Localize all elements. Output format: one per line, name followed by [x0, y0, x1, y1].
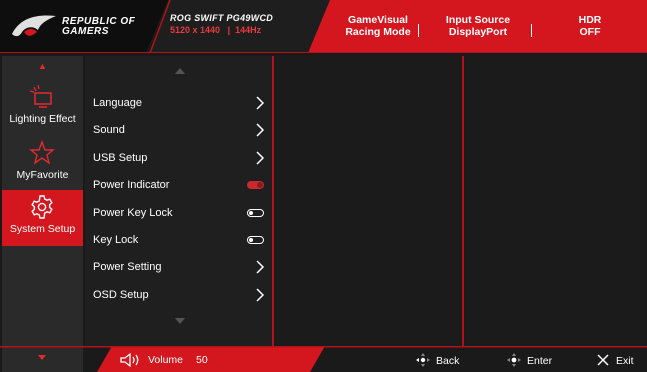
rog-logo: REPUBLIC OF GAMERS — [8, 10, 158, 44]
enter-label: Enter — [527, 355, 553, 367]
volume-icon — [120, 353, 139, 367]
status-hdr: HDR OFF — [578, 14, 602, 38]
volume-label: Volume — [148, 354, 184, 366]
joystick-back-icon — [416, 353, 430, 367]
star-icon — [29, 140, 55, 165]
gear-icon — [31, 195, 53, 219]
sidebar-item-label: Lighting Effect — [9, 113, 76, 125]
menu-item-power-setting[interactable]: Power Setting — [93, 257, 271, 277]
menu-scroll-down-icon[interactable] — [175, 318, 185, 324]
sidebar-scroll-down-icon[interactable] — [38, 355, 46, 360]
menu-item-usb-setup[interactable]: USB Setup — [93, 148, 271, 168]
sidebar-scroll-up-icon[interactable]: ▲ — [2, 61, 83, 71]
chevron-right-icon — [256, 151, 265, 165]
menu-scroll-up-icon[interactable] — [175, 68, 185, 74]
sidebar-item-myfavorite[interactable]: MyFavorite — [2, 136, 83, 192]
menu-item-label: USB Setup — [93, 152, 148, 164]
menu-item-key-lock[interactable]: Key Lock — [93, 230, 271, 250]
model-name: ROG SWIFT PG49WCD — [170, 13, 274, 23]
status-gamevisual: GameVisual Racing Mode — [345, 14, 411, 38]
resolution-info: 5120 x 1440 | 144Hz — [170, 25, 262, 35]
status-divider — [531, 24, 532, 37]
menu-item-sound[interactable]: Sound — [93, 120, 271, 140]
chevron-right-icon — [256, 96, 265, 110]
category-sidebar: ▲ Lighting Effect MyFavorite System Setu… — [2, 56, 83, 346]
menu-item-label: Language — [93, 97, 142, 109]
sidebar-item-lighting-effect[interactable]: Lighting Effect — [2, 80, 83, 136]
refresh-rate: 144Hz — [235, 25, 262, 35]
lighting-effect-icon — [29, 84, 52, 108]
osd-header: REPUBLIC OF GAMERS ROG SWIFT PG49WCD 512… — [0, 0, 647, 53]
sidebar-item-label: MyFavorite — [16, 169, 69, 181]
model-info: ROG SWIFT PG49WCD 5120 x 1440 | 144Hz — [170, 13, 330, 36]
submenu-column — [276, 56, 464, 346]
power-key-lock-toggle[interactable] — [247, 209, 264, 217]
menu-item-power-indicator[interactable]: Power Indicator — [93, 175, 271, 195]
menu-item-label: Sound — [93, 124, 125, 136]
menu-item-label: OSD Setup — [93, 289, 149, 301]
volume-value: 50 — [196, 354, 208, 366]
menu-item-label: Power Setting — [93, 261, 162, 273]
joystick-enter-icon — [507, 353, 521, 367]
options-column — [466, 56, 645, 346]
menu-item-label: Power Key Lock — [93, 207, 173, 219]
chevron-right-icon — [256, 260, 265, 274]
menu-item-osd-setup[interactable]: OSD Setup — [93, 285, 271, 305]
rog-eye-icon — [12, 15, 56, 37]
chevron-right-icon — [256, 288, 265, 302]
power-indicator-toggle[interactable] — [247, 181, 264, 189]
menu-item-language[interactable]: Language — [93, 93, 271, 113]
sidebar-item-label: System Setup — [9, 223, 76, 235]
menu-item-power-key-lock[interactable]: Power Key Lock — [93, 203, 271, 223]
chevron-right-icon — [256, 123, 265, 137]
status-input-source: Input Source DisplayPort — [445, 14, 511, 38]
osd-footer: Volume 50 Back Enter Exit — [0, 346, 647, 372]
menu-item-label: Key Lock — [93, 234, 139, 246]
back-label: Back — [436, 355, 460, 367]
exit-label: Exit — [616, 355, 634, 367]
sidebar-item-system-setup[interactable]: System Setup — [2, 190, 83, 246]
menu-item-label: Power Indicator — [93, 179, 170, 191]
system-setup-menu: Language Sound USB Setup Power Indicator… — [85, 56, 274, 346]
close-icon — [597, 354, 609, 366]
brand-name: REPUBLIC OF GAMERS — [62, 16, 136, 37]
key-lock-toggle[interactable] — [247, 236, 264, 244]
status-divider — [418, 24, 419, 37]
resolution: 5120 x 1440 — [170, 25, 221, 35]
